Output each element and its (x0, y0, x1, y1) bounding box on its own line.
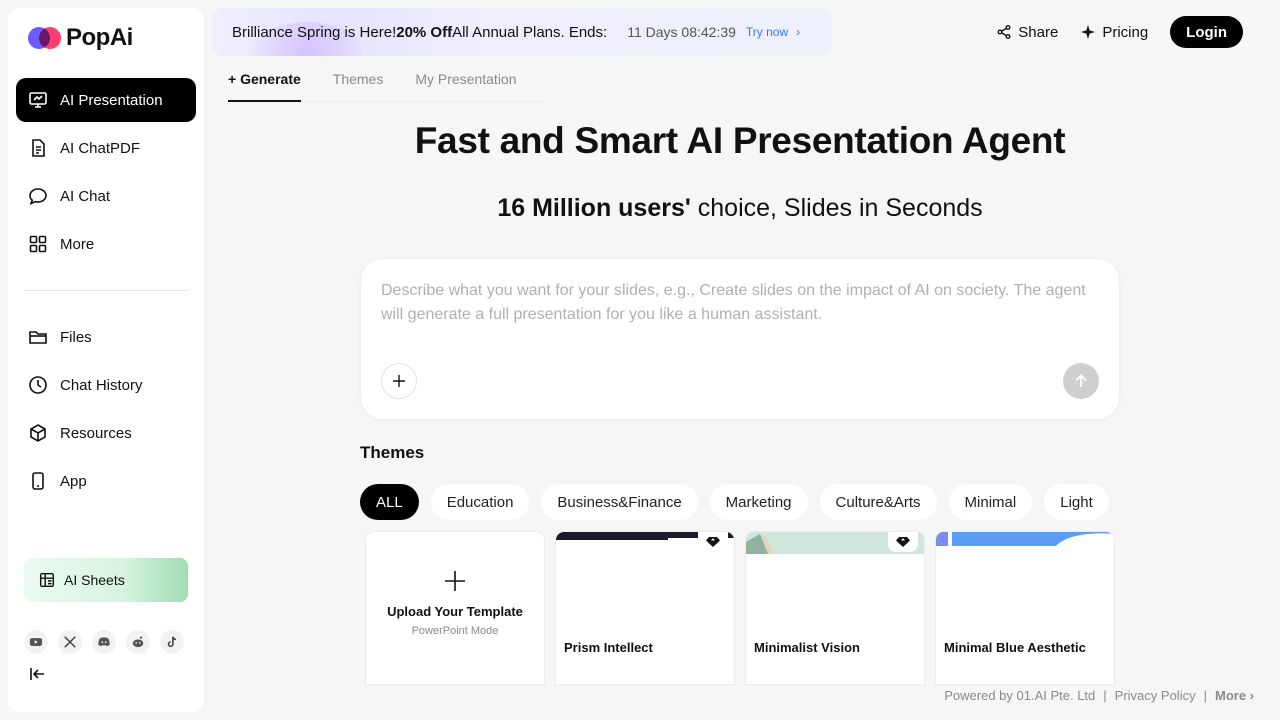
sidebar-item-label: AI Presentation (60, 91, 163, 109)
subtitle-rest: choice, Slides in Seconds (690, 194, 983, 222)
phone-icon (32, 472, 44, 490)
sidebar-item-label: Chat History (60, 376, 143, 394)
tiktok-icon[interactable] (160, 630, 184, 654)
plus-icon (445, 571, 465, 591)
folder-icon (29, 331, 47, 344)
footer-powered-by: Powered by 01.AI Pte. Ltd (944, 688, 1096, 703)
promo-banner[interactable]: Brilliance Spring is Here! 20% Off All A… (212, 8, 832, 56)
theme-card[interactable]: Minimal Blue Aesthetic (936, 532, 1114, 684)
chip-all[interactable]: ALL (360, 484, 419, 520)
sidebar-item-chat-history[interactable]: Chat History (16, 363, 196, 407)
presentation-icon (29, 92, 47, 108)
footer: Powered by 01.AI Pte. Ltd | Privacy Poli… (944, 688, 1254, 703)
chip-culture-arts[interactable]: Culture&Arts (819, 484, 937, 520)
sidebar-item-resources[interactable]: Resources (16, 411, 196, 455)
premium-gem-icon (698, 532, 728, 552)
theme-filter-chips: ALL Education Business&Finance Marketing… (360, 484, 1120, 520)
privacy-policy-link[interactable]: Privacy Policy (1115, 688, 1196, 703)
footer-more-link[interactable]: More › (1215, 688, 1254, 703)
secondary-nav: Files Chat History Resources App (16, 315, 196, 507)
theme-card[interactable]: Minimalist Vision (746, 532, 924, 684)
sidebar-item-ai-presentation[interactable]: AI Presentation (16, 78, 196, 122)
send-button[interactable] (1063, 363, 1099, 399)
sidebar-item-label: App (60, 472, 87, 490)
chip-education[interactable]: Education (430, 484, 530, 520)
logo-text: PopAi (66, 24, 133, 51)
grid-icon (29, 235, 47, 253)
tab-bar: + Generate Themes My Presentation (228, 56, 544, 102)
chip-marketing[interactable]: Marketing (709, 484, 808, 520)
plus-icon (393, 375, 405, 387)
theme-thumbnail (936, 532, 1114, 546)
tab-generate[interactable]: + Generate (228, 56, 301, 102)
x-icon[interactable] (58, 630, 82, 654)
sidebar-item-app[interactable]: App (16, 459, 196, 503)
theme-name: Prism Intellect (564, 640, 653, 655)
box-icon (30, 424, 46, 442)
promo-discount: 20% Off (396, 23, 453, 41)
logo-mark-icon (28, 25, 62, 51)
sidebar-item-files[interactable]: Files (16, 315, 196, 359)
upload-title: Upload Your Template (387, 604, 523, 619)
add-attachment-button[interactable] (381, 363, 417, 399)
promo-try-now-link[interactable]: Try now (746, 25, 788, 39)
tab-themes[interactable]: Themes (333, 56, 384, 101)
subtitle-bold: 16 Million users' (497, 194, 691, 222)
reddit-icon[interactable] (126, 630, 150, 654)
chip-light[interactable]: Light (1044, 484, 1109, 520)
pricing-label: Pricing (1102, 23, 1149, 41)
share-button[interactable]: Share (996, 24, 1058, 41)
theme-card[interactable]: Prism Intellect (556, 532, 734, 684)
sparkle-icon (1081, 25, 1096, 39)
tab-my-presentation[interactable]: My Presentation (415, 56, 516, 101)
popai-logo[interactable]: PopAi (28, 24, 133, 52)
share-icon (997, 25, 1011, 39)
theme-name: Minimalist Vision (754, 640, 860, 655)
premium-gem-icon (888, 532, 918, 552)
header-actions: Share Pricing Login (996, 16, 1243, 48)
ai-sheets-label: AI Sheets (64, 572, 125, 588)
youtube-icon[interactable] (24, 630, 48, 654)
arrow-up-icon (1075, 374, 1087, 387)
theme-name: Minimal Blue Aesthetic (944, 640, 1086, 655)
upload-subtitle: PowerPoint Mode (411, 625, 499, 637)
sidebar-item-more[interactable]: More (16, 222, 196, 266)
sidebar-item-label: More (60, 235, 95, 253)
chip-business-finance[interactable]: Business&Finance (541, 484, 698, 520)
social-links (24, 630, 184, 654)
theme-cards: Upload Your Template PowerPoint Mode Pri… (366, 532, 1114, 684)
promo-text-b: All Annual Plans. Ends: (452, 23, 608, 41)
upload-template-card[interactable]: Upload Your Template PowerPoint Mode (366, 532, 544, 684)
prompt-input[interactable]: Describe what you want for your slides, … (381, 279, 1101, 327)
login-button[interactable]: Login (1170, 16, 1243, 48)
sidebar-item-label: Files (60, 328, 92, 346)
page-subtitle: 16 Million users' choice, Slides in Seco… (0, 194, 1280, 223)
clock-icon (29, 376, 47, 394)
sidebar-item-label: Resources (60, 424, 132, 442)
themes-heading: Themes (360, 443, 425, 462)
ai-sheets-button[interactable]: AI Sheets (24, 558, 188, 602)
promo-countdown: 11 Days 08:42:39 (627, 24, 736, 40)
page-title: Fast and Smart AI Presentation Agent (414, 120, 1066, 161)
primary-nav: AI Presentation AI ChatPDF AI Chat More (16, 78, 196, 270)
sidebar-divider (24, 290, 188, 291)
share-label: Share (1018, 23, 1059, 41)
discord-icon[interactable] (92, 630, 116, 654)
sheet-icon (39, 572, 55, 588)
collapse-sidebar-icon[interactable] (28, 664, 48, 684)
pricing-button[interactable]: Pricing (1080, 24, 1148, 41)
sidebar: PopAi AI Presentation AI ChatPDF AI Chat… (8, 8, 204, 712)
chevron-right-icon: › (796, 25, 801, 39)
prompt-box: Describe what you want for your slides, … (361, 259, 1119, 419)
chip-minimal[interactable]: Minimal (948, 484, 1033, 520)
promo-text-a: Brilliance Spring is Here! (232, 23, 397, 41)
